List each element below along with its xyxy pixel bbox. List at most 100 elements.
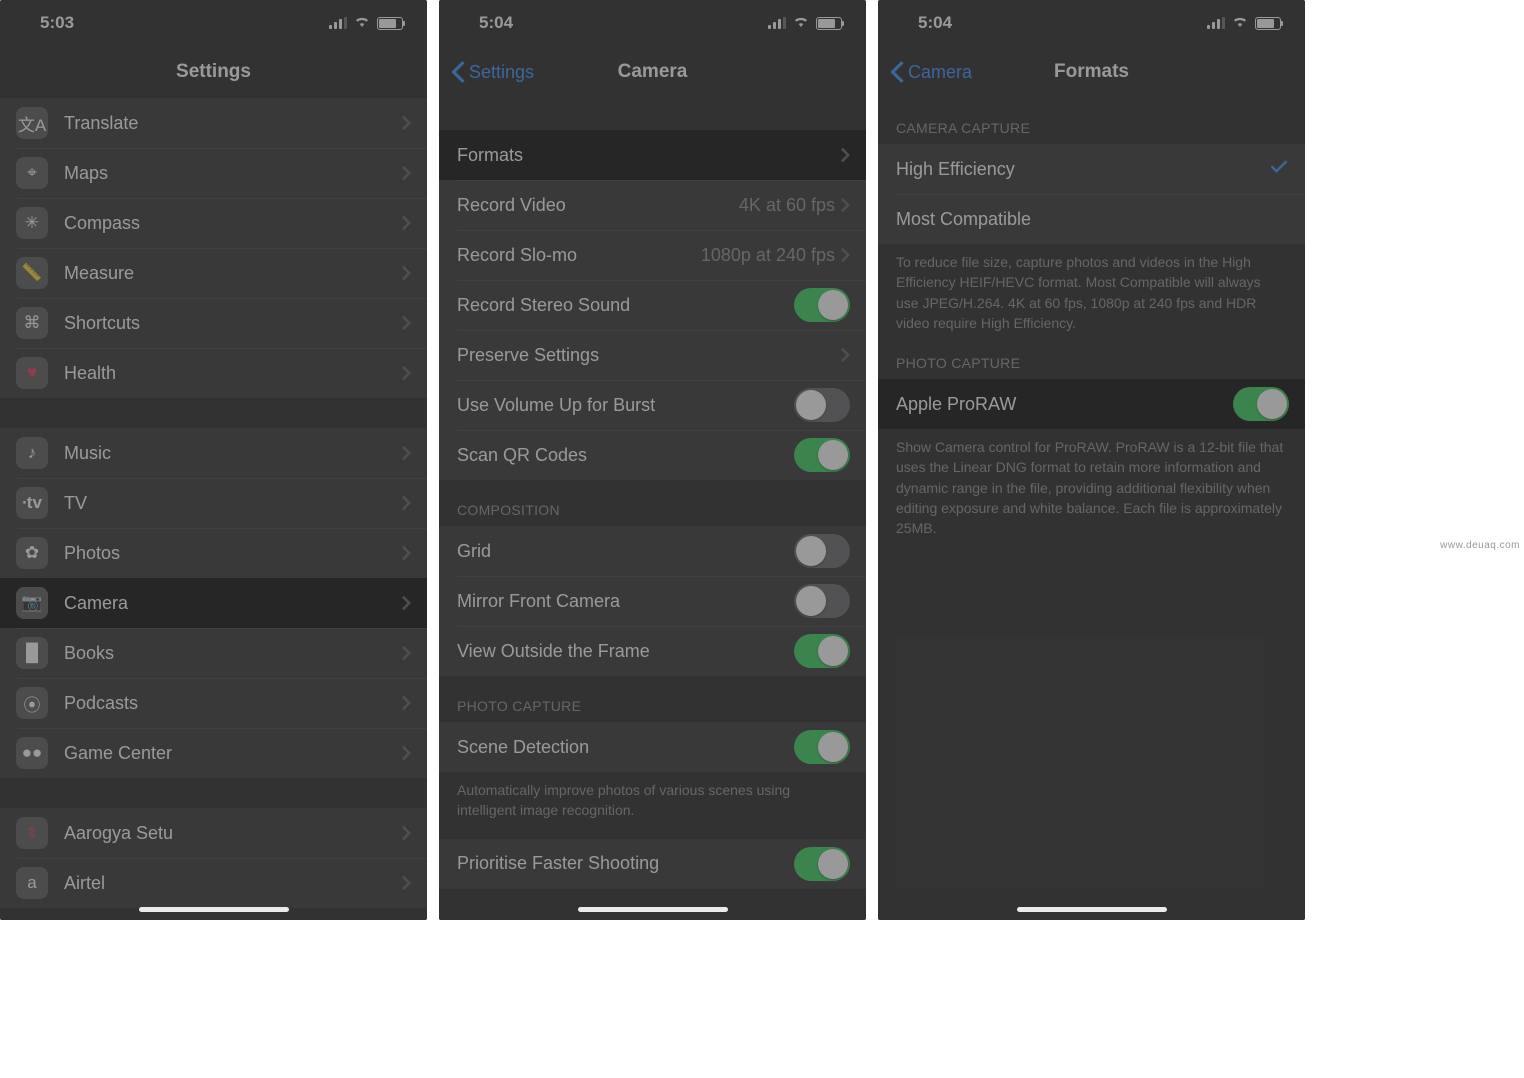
cell-signal-icon bbox=[329, 17, 347, 29]
row-record-video[interactable]: Record Video4K at 60 fps bbox=[439, 180, 866, 230]
toggle-view-outside-the-frame[interactable] bbox=[794, 634, 850, 668]
screen-camera-settings: 5:04 Settings Camera FormatsRecord Video… bbox=[439, 0, 866, 920]
row-formats[interactable]: Formats bbox=[439, 130, 866, 180]
row-label: Prioritise Faster Shooting bbox=[457, 853, 794, 874]
row-label: Use Volume Up for Burst bbox=[457, 395, 794, 416]
wifi-icon bbox=[1231, 13, 1249, 33]
chevron-right-icon bbox=[402, 695, 411, 711]
checkmark-icon bbox=[1269, 157, 1289, 182]
row-record-stereo-sound[interactable]: Record Stereo Sound bbox=[439, 280, 866, 330]
statusbar: 5:03 bbox=[0, 0, 427, 46]
settings-row-tv[interactable]: ∙tv TV bbox=[0, 478, 427, 528]
status-indicators bbox=[329, 13, 403, 33]
row-mirror-front-camera[interactable]: Mirror Front Camera bbox=[439, 576, 866, 626]
row-record-slo-mo[interactable]: Record Slo-mo1080p at 240 fps bbox=[439, 230, 866, 280]
toggle-prioritise-faster-shooting[interactable] bbox=[794, 847, 850, 881]
section-footer-proraw: Show Camera control for ProRAW. ProRAW i… bbox=[878, 429, 1305, 538]
row-view-outside-the-frame[interactable]: View Outside the Frame bbox=[439, 626, 866, 676]
row-most-compatible[interactable]: Most Compatible bbox=[878, 194, 1305, 244]
maps-icon: ⌖ bbox=[16, 157, 48, 189]
row-label: View Outside the Frame bbox=[457, 641, 794, 662]
row-label: Game Center bbox=[64, 743, 402, 764]
row-preserve-settings[interactable]: Preserve Settings bbox=[439, 330, 866, 380]
music-icon: ♪ bbox=[16, 437, 48, 469]
back-button[interactable]: Camera bbox=[890, 61, 972, 83]
status-time: 5:04 bbox=[479, 13, 513, 33]
settings-row-podcasts[interactable]: ⦿Podcasts bbox=[0, 678, 427, 728]
books-icon: ▐▌ bbox=[16, 637, 48, 669]
chevron-right-icon bbox=[402, 215, 411, 231]
navbar: Settings Camera bbox=[439, 46, 866, 98]
row-high-efficiency[interactable]: High Efficiency bbox=[878, 144, 1305, 194]
row-value: 4K at 60 fps bbox=[739, 195, 835, 216]
section-header-photo-capture: PHOTO CAPTURE bbox=[439, 676, 866, 722]
battery-icon bbox=[816, 17, 842, 30]
row-label: Apple ProRAW bbox=[896, 394, 1233, 415]
row-apple-proraw[interactable]: Apple ProRAW bbox=[878, 379, 1305, 429]
watermark: www.deuaq.com bbox=[1440, 540, 1520, 551]
back-label: Settings bbox=[469, 62, 534, 83]
chevron-right-icon bbox=[402, 495, 411, 511]
row-label: Mirror Front Camera bbox=[457, 591, 794, 612]
toggle-use-volume-up-for-burst[interactable] bbox=[794, 388, 850, 422]
settings-row-aarogya[interactable]: ⚕Aarogya Setu bbox=[0, 808, 427, 858]
row-label: Grid bbox=[457, 541, 794, 562]
screen-settings: 5:03 Settings 文ATranslate ⌖ Maps ✳︎Compass📏… bbox=[0, 0, 427, 920]
row-use-volume-up-for-burst[interactable]: Use Volume Up for Burst bbox=[439, 380, 866, 430]
back-button[interactable]: Settings bbox=[451, 61, 534, 83]
toggle-mirror-front-camera[interactable] bbox=[794, 584, 850, 618]
navbar: Settings bbox=[0, 46, 427, 98]
toggle-record-stereo-sound[interactable] bbox=[794, 288, 850, 322]
toggle-grid[interactable] bbox=[794, 534, 850, 568]
toggle-scene-detection[interactable] bbox=[794, 730, 850, 764]
photos-icon: ✿ bbox=[16, 537, 48, 569]
camera-group-composition: Grid Mirror Front Camera View Outside the … bbox=[439, 526, 866, 676]
cell-signal-icon bbox=[1207, 17, 1225, 29]
row-grid[interactable]: Grid bbox=[439, 526, 866, 576]
settings-row-airtel[interactable]: aAirtel bbox=[0, 858, 427, 908]
row-label: Podcasts bbox=[64, 693, 402, 714]
tv-icon: ∙tv bbox=[16, 487, 48, 519]
row-label: Compass bbox=[64, 213, 402, 234]
camera-group-1: FormatsRecord Video4K at 60 fpsRecord Sl… bbox=[439, 130, 866, 480]
statusbar: 5:04 bbox=[439, 0, 866, 46]
page-title: Formats bbox=[1054, 61, 1129, 83]
chevron-right-icon bbox=[402, 365, 411, 381]
row-label: Maps bbox=[64, 163, 402, 184]
row-label: Record Slo-mo bbox=[457, 245, 701, 266]
row-scan-qr-codes[interactable]: Scan QR Codes bbox=[439, 430, 866, 480]
settings-row-translate[interactable]: 文ATranslate bbox=[0, 98, 427, 148]
settings-row-music[interactable]: ♪Music bbox=[0, 428, 427, 478]
home-indicator[interactable] bbox=[578, 907, 728, 912]
toggle-apple-proraw[interactable] bbox=[1233, 387, 1289, 421]
row-label: Measure bbox=[64, 263, 402, 284]
row-prioritise-faster-shooting[interactable]: Prioritise Faster Shooting bbox=[439, 839, 866, 889]
health-icon: ♥ bbox=[16, 357, 48, 389]
home-indicator[interactable] bbox=[1017, 907, 1167, 912]
settings-row-measure[interactable]: 📏Measure bbox=[0, 248, 427, 298]
toggle-scan-qr-codes[interactable] bbox=[794, 438, 850, 472]
back-label: Camera bbox=[908, 62, 972, 83]
page-title: Camera bbox=[618, 61, 688, 83]
settings-row-camera[interactable]: 📷Camera bbox=[0, 578, 427, 628]
row-scene-detection[interactable]: Scene Detection bbox=[439, 722, 866, 772]
status-time: 5:03 bbox=[40, 13, 74, 33]
settings-row-maps[interactable]: ⌖ Maps bbox=[0, 148, 427, 198]
row-label: TV bbox=[64, 493, 402, 514]
chevron-right-icon bbox=[402, 825, 411, 841]
settings-row-compass[interactable]: ✳︎Compass bbox=[0, 198, 427, 248]
settings-row-books[interactable]: ▐▌Books bbox=[0, 628, 427, 678]
section-footer-camera-capture: To reduce file size, capture photos and … bbox=[878, 244, 1305, 333]
chevron-left-icon bbox=[890, 61, 904, 83]
settings-row-health[interactable]: ♥Health bbox=[0, 348, 427, 398]
screen-formats: 5:04 Camera Formats CAMERA CAPTURE High … bbox=[878, 0, 1305, 920]
settings-row-photos[interactable]: ✿Photos bbox=[0, 528, 427, 578]
section-header-composition: COMPOSITION bbox=[439, 480, 866, 526]
settings-row-gamecenter[interactable]: ●● Game Center bbox=[0, 728, 427, 778]
row-label: High Efficiency bbox=[896, 159, 1269, 180]
settings-row-shortcuts[interactable]: ⌘Shortcuts bbox=[0, 298, 427, 348]
wifi-icon bbox=[792, 13, 810, 33]
home-indicator[interactable] bbox=[139, 907, 289, 912]
gamecenter-icon: ●● bbox=[16, 737, 48, 769]
translate-icon: 文A bbox=[16, 107, 48, 139]
